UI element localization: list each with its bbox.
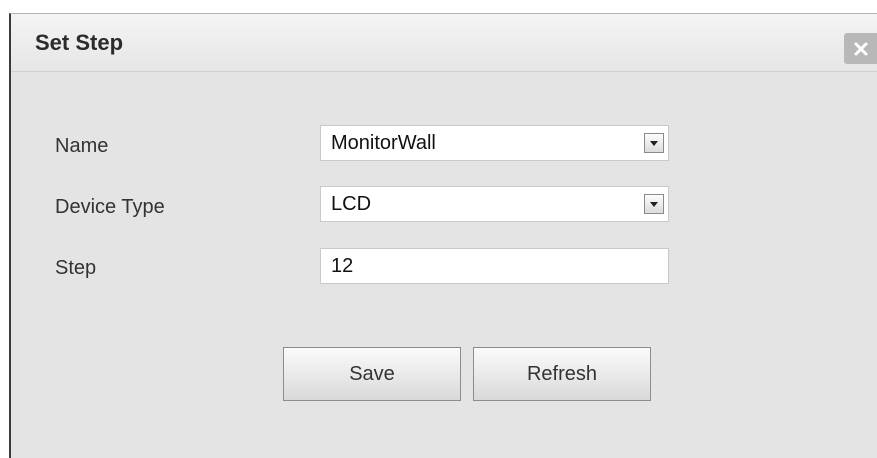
device-type-select-value: LCD [331,193,372,215]
refresh-button[interactable]: Refresh [473,347,651,401]
step-input[interactable] [320,248,669,284]
set-step-dialog: Set Step Name MonitorWall Device Type LC… [9,13,877,458]
device-type-select[interactable]: LCD [320,186,669,222]
chevron-down-icon[interactable] [644,194,664,214]
name-label: Name [55,135,109,157]
device-type-label: Device Type [55,196,165,218]
close-button[interactable] [844,33,877,64]
chevron-down-icon[interactable] [644,133,664,153]
name-select-value: MonitorWall [331,132,436,154]
name-select[interactable]: MonitorWall [320,125,669,161]
dialog-title: Set Step [35,30,124,55]
dialog-titlebar: Set Step [11,14,877,72]
step-label: Step [55,257,97,279]
save-button[interactable]: Save [283,347,461,401]
close-icon [854,42,867,55]
